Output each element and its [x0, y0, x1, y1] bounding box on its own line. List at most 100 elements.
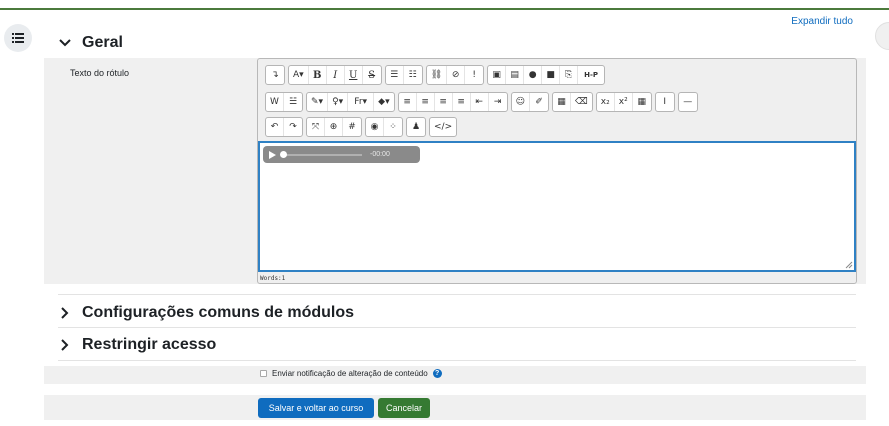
toolbar-group: ◉ ⁘: [365, 117, 403, 137]
field-label-text: Texto do rótulo: [70, 68, 130, 78]
audio-progress-track[interactable]: [280, 150, 362, 158]
toolbar-collapse-button[interactable]: ↴: [266, 66, 284, 84]
teams-button[interactable]: ♟: [407, 118, 425, 136]
toolbar-group: ♟: [406, 117, 426, 137]
notify-label[interactable]: Enviar notificação de alteração de conte…: [272, 369, 428, 378]
horizontal-rule-button[interactable]: —: [679, 93, 697, 111]
align-left-button[interactable]: ≡: [399, 93, 417, 111]
outdent-button[interactable]: ⇤: [471, 93, 489, 111]
section-restrict-title: Restringir acesso: [82, 336, 217, 353]
chevron-right-icon: [58, 338, 72, 352]
numbered-list-button[interactable]: ☷: [404, 66, 422, 84]
word-import-button[interactable]: W: [266, 93, 284, 111]
audio-time: -00:00: [370, 151, 390, 158]
toolbar-group: —: [677, 92, 698, 112]
hashtag-button[interactable]: #: [343, 118, 361, 136]
h5p-button[interactable]: H-P: [578, 66, 604, 84]
list-icon: [12, 33, 24, 43]
font-family-button[interactable]: Fr▾: [348, 93, 375, 111]
align-center-button[interactable]: ≡: [417, 93, 435, 111]
search-replace-button[interactable]: ⊕: [325, 118, 343, 136]
align-right-button[interactable]: ≡: [435, 93, 453, 111]
chevron-down-icon: [58, 36, 72, 50]
section-restrict-header[interactable]: Restringir acesso: [58, 336, 216, 354]
subscript-button[interactable]: x₂: [597, 93, 615, 111]
notify-option: Enviar notificação de alteração de conte…: [260, 369, 442, 378]
resize-handle-icon[interactable]: [845, 261, 853, 269]
section-common-modules-title: Configurações comuns de módulos: [82, 304, 355, 321]
toolbar-group: ⛓ ⊘!: [425, 65, 485, 85]
toolbar-group: x₂ x² ▦: [595, 92, 652, 112]
unlink-button[interactable]: ⊘: [447, 66, 466, 84]
italic-button[interactable]: I: [327, 66, 345, 84]
media-button[interactable]: ▤: [506, 66, 525, 84]
notify-row-background: [44, 366, 866, 384]
buttons-row-background: [44, 395, 866, 420]
toolbar-group: A▾ B I U S: [288, 65, 382, 85]
html-button[interactable]: </>: [430, 118, 456, 136]
toolbar-row-1: ↴ A▾ B I U S ☰ ☷ ⛓ ⊘! ▣ ▤ ● ■ ⎘ H-P: [265, 65, 606, 85]
section-general-title: Geral: [82, 34, 123, 51]
cursor-button[interactable]: I: [656, 93, 674, 111]
word-count: Words:1: [260, 275, 286, 282]
toolbar-row-3: ↶ ↷ ⤧ ⊕ # ◉ ⁘ ♟ </>: [265, 117, 458, 137]
section-common-modules-header[interactable]: Configurações comuns de módulos: [58, 304, 354, 322]
toolbar-group: ↴: [265, 65, 285, 85]
accessibility-button[interactable]: ◉: [366, 118, 384, 136]
bold-button[interactable]: B: [309, 66, 327, 84]
toolbar-group: W ☱: [265, 92, 303, 112]
undo-button[interactable]: ↶: [266, 118, 284, 136]
cancel-button[interactable]: Cancelar: [378, 398, 430, 418]
editor-content-area[interactable]: -00:00: [258, 141, 856, 272]
toolbar-group: ⤧ ⊕ #: [306, 117, 362, 137]
toolbar-group: ▣ ▤ ● ■ ⎘ H-P: [487, 65, 606, 85]
font-size-button[interactable]: A▾: [289, 66, 309, 84]
manage-files-button[interactable]: ⎘: [560, 66, 579, 84]
indent-button[interactable]: ⇥: [489, 93, 507, 111]
justify-button[interactable]: ≡: [453, 93, 471, 111]
emoji-button[interactable]: ☺: [512, 93, 531, 111]
save-and-return-button[interactable]: Salvar e voltar ao curso: [258, 398, 374, 418]
toolbar-group: ↶ ↷: [265, 117, 303, 137]
notify-checkbox[interactable]: [260, 370, 267, 377]
text-color-button[interactable]: ✎▾: [307, 93, 329, 111]
toolbar-group: I: [654, 92, 675, 112]
toolbar-group: ▦ ⌫: [552, 92, 593, 112]
table-button[interactable]: ▦: [553, 93, 572, 111]
chevron-right-icon: [58, 306, 72, 320]
strikethrough-button[interactable]: S: [363, 66, 381, 84]
image-button[interactable]: ▣: [488, 66, 507, 84]
superscript-button[interactable]: x²: [615, 93, 633, 111]
autolink-button[interactable]: !: [465, 66, 483, 84]
section-general-header[interactable]: Geral: [58, 34, 123, 52]
toolbar-group: ✎▾ ♀▾ Fr▾ ◆▾: [306, 92, 395, 112]
audio-progress-knob[interactable]: [280, 150, 287, 158]
underline-button[interactable]: U: [345, 66, 363, 84]
link-button[interactable]: ⛓: [427, 66, 448, 84]
toolbar-row-2: W ☱ ✎▾ ♀▾ Fr▾ ◆▾ ≡ ≡ ≡ ≡ ⇤ ⇥ ☺ ✐ ▦ ⌫ x₂ x² ▦ I —: [265, 92, 698, 112]
expand-all-link[interactable]: Expandir tudo: [791, 16, 853, 27]
highlight-button[interactable]: ♀▾: [328, 93, 349, 111]
record-video-button[interactable]: ■: [542, 66, 561, 84]
toolbar-group: ☰ ☷: [384, 65, 423, 85]
clear-format-button[interactable]: ⌫: [571, 93, 592, 111]
toolbar-group: ☺ ✐: [510, 92, 550, 112]
screenreader-button[interactable]: ⁘: [384, 118, 402, 136]
course-index-toggle[interactable]: [4, 24, 32, 52]
toolbar-group: </>: [429, 117, 458, 137]
calculator-button[interactable]: ▦: [633, 93, 651, 111]
special-char-button[interactable]: ✐: [530, 93, 548, 111]
section-separator: [58, 294, 856, 295]
toolbar-group: ≡ ≡ ≡ ≡ ⇤ ⇥: [397, 92, 508, 112]
record-audio-button[interactable]: ●: [524, 66, 543, 84]
audio-player[interactable]: -00:00: [263, 146, 420, 163]
background-color-button[interactable]: ◆▾: [374, 93, 393, 111]
redo-button[interactable]: ↷: [284, 118, 302, 136]
help-icon[interactable]: ?: [432, 369, 442, 378]
fullscreen-button[interactable]: ⤧: [307, 118, 325, 136]
multilang-button[interactable]: ☱: [284, 93, 302, 111]
block-drawer-toggle[interactable]: [875, 22, 889, 50]
rich-text-editor: ↴ A▾ B I U S ☰ ☷ ⛓ ⊘! ▣ ▤ ● ■ ⎘ H-P W ☱ ✎▾ ♀▾ Fr▾ ◆▾ ≡ ≡ ≡ ≡ ⇤ ⇥ ☺ ✐…: [257, 58, 857, 284]
play-icon[interactable]: [269, 150, 276, 159]
bullet-list-button[interactable]: ☰: [386, 66, 404, 84]
